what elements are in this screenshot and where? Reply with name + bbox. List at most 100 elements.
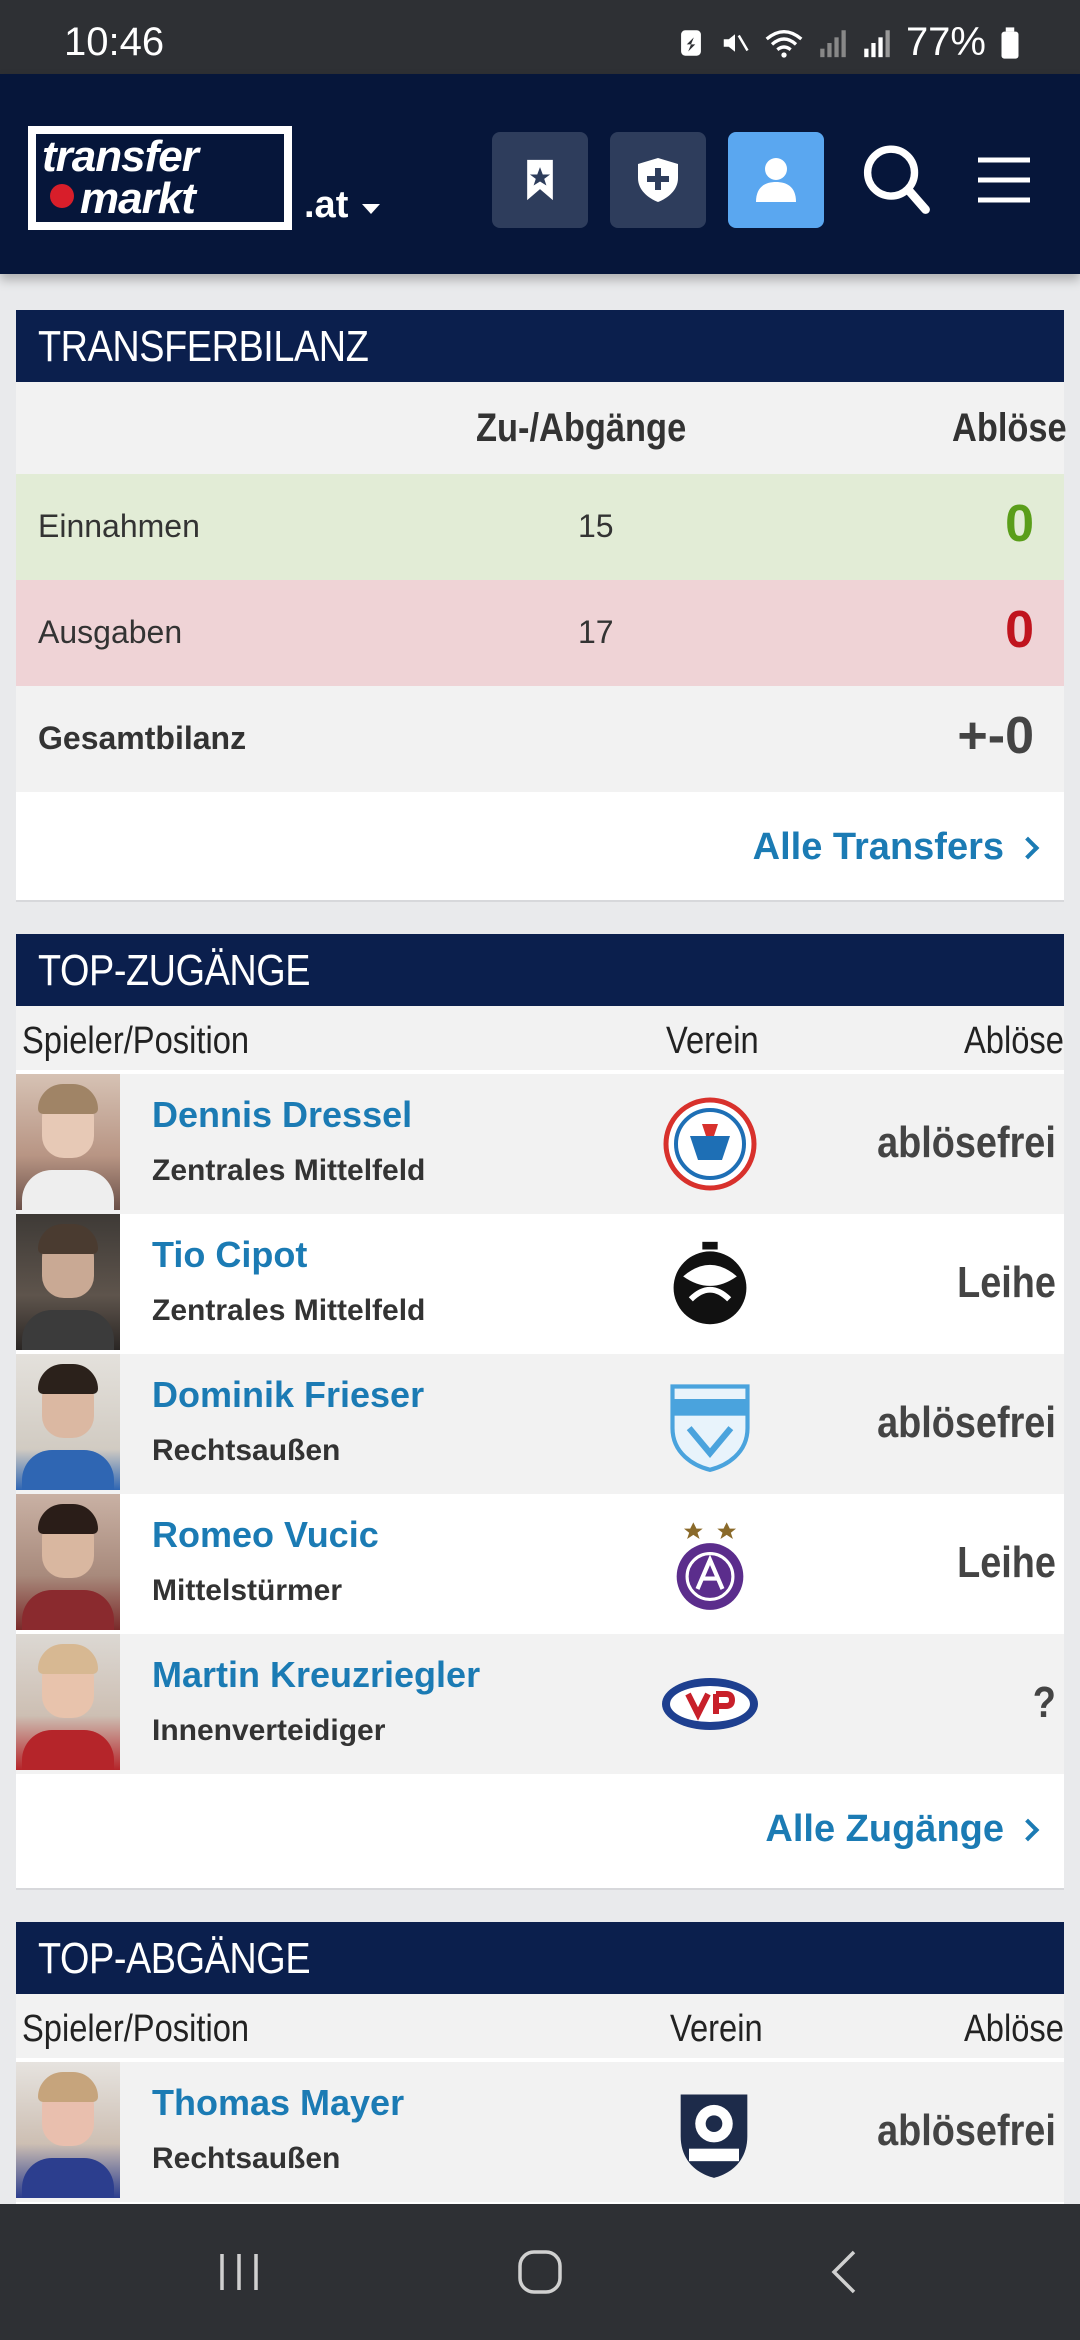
- income-fee: 0: [1005, 495, 1034, 553]
- column-header-club: Verein: [670, 2008, 763, 2050]
- player-row[interactable]: Dominik Frieser Rechtsaußen ablösefrei: [16, 1354, 1064, 1494]
- transfer-fee: ablösefrei: [877, 1118, 1056, 1167]
- mute-icon: [723, 33, 749, 52]
- column-header-fee: Ablöse: [964, 2008, 1064, 2050]
- system-navigation-bar: [0, 2204, 1080, 2340]
- all-arrivals-row: Alle Zugänge: [16, 1774, 1064, 1882]
- player-row[interactable]: Martin Kreuzriegler Innenverteidiger ?: [16, 1634, 1064, 1774]
- club-crest-icon[interactable]: [660, 1094, 760, 1194]
- wifi-icon: [765, 29, 803, 58]
- transfer-fee: ablösefrei: [877, 2106, 1056, 2155]
- income-label: Einnahmen: [38, 508, 200, 544]
- player-row[interactable]: Romeo Vucic Mittelstürmer Leihe: [16, 1494, 1064, 1634]
- club-crest-icon[interactable]: [660, 1514, 760, 1614]
- user-button[interactable]: [728, 132, 824, 228]
- signal-icon-2: [864, 29, 890, 57]
- top-arrivals-title: TOP-ZUGÄNGE: [16, 934, 1064, 1006]
- transfer-fee: ?: [1032, 1678, 1056, 1727]
- bookmark-icon: [527, 159, 553, 201]
- column-header-club: Verein: [666, 1020, 759, 1062]
- player-photo: [16, 1214, 120, 1350]
- expenditure-label: Ausgaben: [38, 614, 183, 650]
- expenditure-row: Ausgaben 17 0: [16, 580, 1064, 686]
- club-crest-icon[interactable]: [660, 1374, 760, 1474]
- expenditure-count: 17: [578, 614, 614, 650]
- transfer-fee: Leihe: [957, 1258, 1056, 1307]
- top-arrivals-card: TOP-ZUGÄNGE Spieler/Position Verein Ablö…: [16, 934, 1064, 1890]
- battery-saver-icon: [681, 29, 701, 56]
- player-position: Mittelstürmer: [152, 1574, 343, 1607]
- search-button[interactable]: [848, 132, 944, 228]
- top-arrivals-column-headers: Spieler/Position Verein Ablöse: [16, 1006, 1064, 1074]
- player-photo: [16, 1074, 120, 1210]
- status-icons: 77%: [676, 20, 1020, 65]
- signal-icon-1: [820, 29, 846, 57]
- player-photo: [16, 1494, 120, 1630]
- top-departures-title: TOP-ABGÄNGE: [16, 1922, 1064, 1994]
- logo-text-markt: markt: [80, 174, 196, 223]
- player-row[interactable]: Dennis Dressel Zentrales Mittelfeld ablö…: [16, 1074, 1064, 1214]
- all-transfers-link[interactable]: Alle Transfers: [752, 826, 1040, 869]
- player-row[interactable]: Thomas Mayer Rechtsaußen ablösefrei: [16, 2062, 1064, 2202]
- back-icon[interactable]: [826, 2248, 862, 2296]
- domain-selector[interactable]: .at: [304, 184, 381, 227]
- player-position: Rechtsaußen: [152, 2142, 341, 2175]
- clubs-button[interactable]: [610, 132, 706, 228]
- search-icon: [863, 145, 930, 214]
- menu-icon: [978, 157, 1030, 203]
- status-time: 10:46: [64, 20, 165, 64]
- top-departures-column-headers: Spieler/Position Verein Ablöse: [16, 1994, 1064, 2062]
- player-position: Zentrales Mittelfeld: [152, 1294, 426, 1327]
- player-position: Innenverteidiger: [152, 1714, 386, 1747]
- all-transfers-label: Alle Transfers: [752, 826, 1004, 868]
- column-header-player: Spieler/Position: [22, 2008, 250, 2050]
- player-name[interactable]: Thomas Mayer: [152, 2082, 404, 2124]
- user-icon: [756, 158, 796, 202]
- player-name[interactable]: Dominik Frieser: [152, 1374, 424, 1416]
- battery-icon: [1001, 26, 1019, 59]
- club-crest-icon[interactable]: [664, 2082, 764, 2182]
- club-crest-icon[interactable]: [660, 1654, 760, 1754]
- bookmark-button[interactable]: [492, 132, 588, 228]
- top-departures-card: TOP-ABGÄNGE Spieler/Position Verein Ablö…: [16, 1922, 1064, 2212]
- player-photo: [16, 1354, 120, 1490]
- column-header-player: Spieler/Position: [22, 1020, 250, 1062]
- column-header-moves: Zu-/Abgänge: [476, 406, 687, 450]
- player-name[interactable]: Martin Kreuzriegler: [152, 1654, 480, 1696]
- status-bar: 10:46 77%: [0, 0, 1080, 74]
- menu-button[interactable]: [956, 132, 1052, 228]
- all-arrivals-link[interactable]: Alle Zugänge: [765, 1808, 1040, 1851]
- overall-balance-row: Gesamtbilanz +-0: [16, 686, 1064, 792]
- income-count: 15: [578, 508, 614, 544]
- club-crest-icon[interactable]: [660, 1234, 760, 1334]
- battery-percent: 77%: [905, 20, 986, 64]
- logo-ball-icon: [50, 184, 74, 208]
- expenditure-fee: 0: [1005, 601, 1034, 659]
- transfer-fee: ablösefrei: [877, 1398, 1056, 1447]
- player-row[interactable]: Tio Cipot Zentrales Mittelfeld Leihe: [16, 1214, 1064, 1354]
- shield-plus-icon: [638, 158, 678, 202]
- transfer-balance-title: TRANSFERBILANZ: [16, 310, 1064, 382]
- player-name[interactable]: Dennis Dressel: [152, 1094, 412, 1136]
- player-name[interactable]: Tio Cipot: [152, 1234, 307, 1276]
- player-position: Zentrales Mittelfeld: [152, 1154, 426, 1187]
- transfer-fee: Leihe: [957, 1538, 1056, 1587]
- transfermarkt-logo[interactable]: transfer markt: [28, 126, 292, 230]
- all-transfers-row: Alle Transfers: [16, 792, 1064, 900]
- column-header-fee: Ablöse: [964, 1020, 1064, 1062]
- transfer-balance-card: TRANSFERBILANZ Zu-/Abgänge Ablöse Einnah…: [16, 310, 1067, 902]
- chevron-right-icon: [1016, 836, 1040, 859]
- column-header-fee: Ablöse: [952, 406, 1067, 450]
- overall-balance-label: Gesamtbilanz: [38, 720, 247, 756]
- player-photo: [16, 2062, 120, 2198]
- chevron-right-icon: [1016, 1818, 1040, 1841]
- recent-apps-icon[interactable]: [214, 2248, 264, 2296]
- transfer-balance-column-headers: Zu-/Abgänge Ablöse: [16, 382, 1067, 474]
- player-photo: [16, 1634, 120, 1770]
- player-name[interactable]: Romeo Vucic: [152, 1514, 379, 1556]
- home-icon[interactable]: [516, 2248, 564, 2296]
- overall-balance-fee: +-0: [957, 707, 1034, 765]
- player-position: Rechtsaußen: [152, 1434, 341, 1467]
- domain-label: .at: [304, 184, 349, 226]
- all-arrivals-label: Alle Zugänge: [765, 1808, 1004, 1850]
